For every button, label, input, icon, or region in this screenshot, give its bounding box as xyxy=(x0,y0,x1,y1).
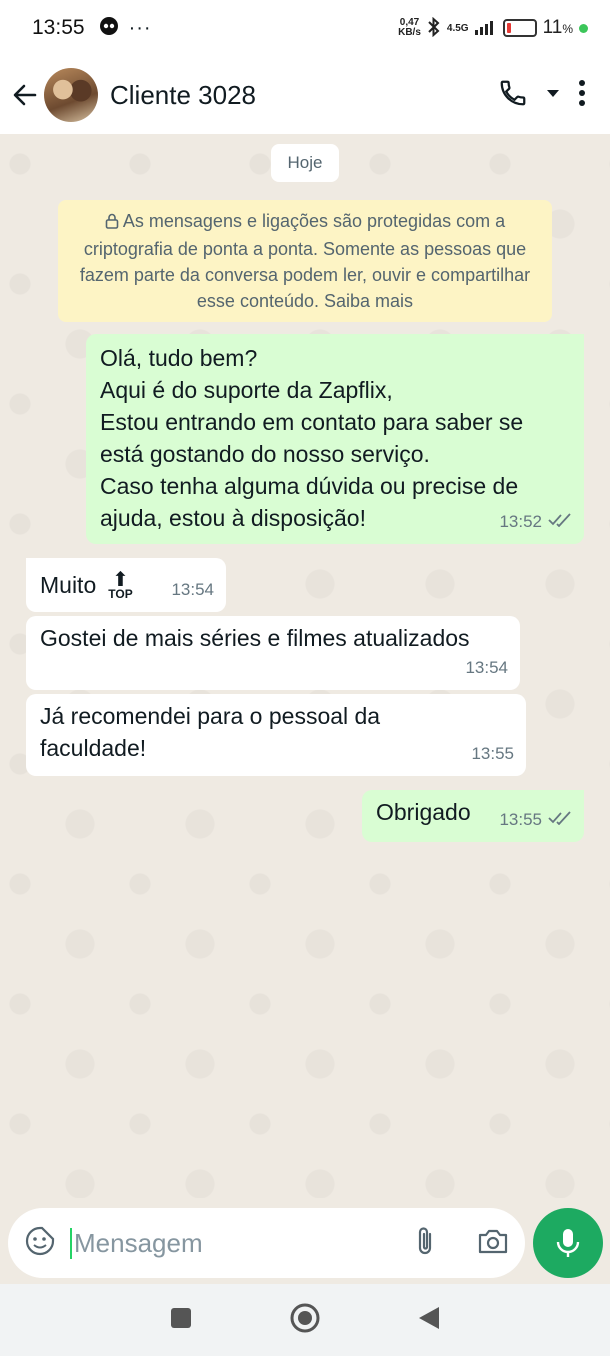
nav-recents-icon[interactable] xyxy=(169,1306,193,1335)
network-type: 4.5G xyxy=(446,22,469,34)
back-arrow-icon[interactable] xyxy=(10,80,40,110)
battery-icon xyxy=(502,19,537,37)
message-incoming[interactable]: Muito ⬆ TOP 13:54 xyxy=(26,558,226,612)
attach-icon[interactable] xyxy=(413,1225,437,1262)
message-time: 13:55 xyxy=(471,744,514,763)
composer xyxy=(8,1208,525,1278)
message-outgoing[interactable]: Olá, tudo bem? Aqui é do suporte da Zapf… xyxy=(86,334,584,544)
contact-name[interactable]: Cliente 3028 xyxy=(110,80,256,111)
message-incoming[interactable]: Gostei de mais séries e filmes atualizad… xyxy=(26,616,520,690)
nav-home-icon[interactable] xyxy=(289,1302,321,1339)
status-time: 13:55 xyxy=(32,16,85,39)
privacy-dot-icon xyxy=(579,23,588,33)
lock-icon xyxy=(105,210,119,236)
system-nav-bar xyxy=(0,1284,610,1356)
mic-icon[interactable] xyxy=(533,1208,603,1278)
message-incoming[interactable]: Já recomendei para o pessoal da faculdad… xyxy=(26,694,526,776)
camera-icon[interactable] xyxy=(477,1227,509,1260)
message-time: 13:52 xyxy=(499,512,542,531)
more-vert-icon[interactable] xyxy=(578,79,586,111)
message-text: Gostei de mais séries e filmes atualizad… xyxy=(40,625,470,651)
double-check-icon xyxy=(548,804,572,836)
message-text: Obrigado xyxy=(376,799,471,825)
sticker-icon[interactable] xyxy=(24,1225,56,1262)
phone-icon[interactable] xyxy=(498,78,528,113)
dropdown-icon[interactable] xyxy=(546,86,560,104)
status-bar: 13:55 ··· 0,47 KB/s 4.5G 11% xyxy=(0,0,610,56)
chat-area[interactable]: Hoje As mensagens e ligações são protegi… xyxy=(0,134,610,1198)
more-notifications-icon: ··· xyxy=(128,16,152,39)
chat-header: Cliente 3028 xyxy=(0,56,610,134)
encryption-notice[interactable]: As mensagens e ligações são protegidas c… xyxy=(58,200,552,322)
message-time: 13:55 xyxy=(499,810,542,829)
message-input[interactable] xyxy=(70,1227,370,1259)
app-notification-icon xyxy=(99,16,119,41)
message-time: 13:54 xyxy=(465,658,508,677)
message-outgoing[interactable]: Obrigado 13:55 xyxy=(362,790,584,842)
message-time: 13:54 xyxy=(171,580,214,599)
date-label: Hoje xyxy=(271,144,339,182)
message-text: Já recomendei para o pessoal da faculdad… xyxy=(40,703,381,761)
top-emoji-icon: ⬆ TOP xyxy=(108,569,133,601)
double-check-icon xyxy=(548,506,572,538)
net-speed: 0,47 KB/s xyxy=(398,17,421,38)
battery-percent: 11 xyxy=(542,17,563,38)
signal-icon xyxy=(474,19,497,38)
bluetooth-icon xyxy=(427,16,441,40)
nav-back-icon[interactable] xyxy=(417,1305,441,1336)
message-text: Muito xyxy=(40,572,97,598)
avatar[interactable] xyxy=(44,68,98,122)
